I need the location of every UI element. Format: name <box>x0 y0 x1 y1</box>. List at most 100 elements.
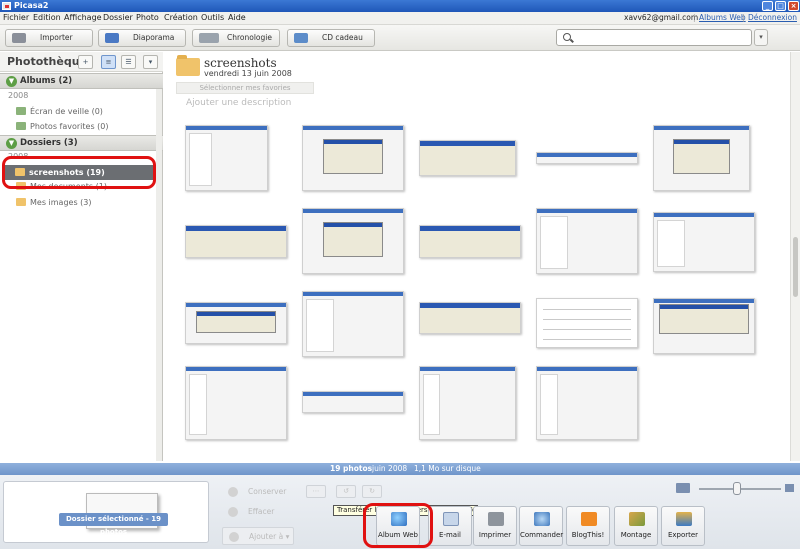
maximize-icon[interactable]: □ <box>775 1 786 11</box>
menu-outils[interactable]: Outils <box>201 13 224 22</box>
folder-icon <box>16 198 26 206</box>
photo-grid-area: screenshots vendredi 13 juin 2008 Sélect… <box>166 52 800 461</box>
photo-thumbnail[interactable] <box>653 298 755 354</box>
flat-view-icon[interactable]: ≡ <box>101 55 116 69</box>
album-item-favorites[interactable]: Photos favorites (0) <box>16 122 109 131</box>
zoom-slider-handle[interactable] <box>733 482 741 495</box>
albums-section-header[interactable]: ▼ Albums (2) <box>0 73 163 89</box>
clear-icon <box>228 507 238 517</box>
photo-thumbnail[interactable] <box>536 208 638 274</box>
view-menu-icon[interactable]: ▾ <box>143 55 158 69</box>
order-button[interactable]: Commander <box>519 506 563 546</box>
rotate-left-icon[interactable]: ↺ <box>336 485 356 498</box>
photo-thumbnail[interactable] <box>185 366 287 440</box>
slideshow-button[interactable]: Diaporama <box>98 29 186 47</box>
photo-thumbnail[interactable] <box>536 366 638 440</box>
library-scrollbar[interactable] <box>156 89 162 461</box>
collapse-albums-icon[interactable]: ▼ <box>6 76 17 87</box>
close-icon[interactable]: × <box>788 1 799 11</box>
collage-button[interactable]: Montage <box>614 506 658 546</box>
tray-selection-label: Dossier sélectionné - 19 photos <box>59 513 168 536</box>
add-to-button[interactable]: Ajouter à ▾ <box>222 527 294 545</box>
collage-icon <box>629 512 645 526</box>
camera-icon <box>12 33 26 43</box>
photo-thumbnail[interactable] <box>185 225 287 258</box>
menu-edition[interactable]: Edition <box>33 13 61 22</box>
import-label: Importer <box>40 33 73 42</box>
photo-thumbnail[interactable] <box>302 291 404 357</box>
menu-photo[interactable]: Photo <box>136 13 159 22</box>
pin-icon <box>228 487 238 497</box>
clear-label: Effacer <box>248 507 275 516</box>
print-button[interactable]: Imprimer <box>473 506 517 546</box>
status-date: juin 2008 <box>372 464 408 473</box>
photo-thumbnail[interactable] <box>302 391 404 413</box>
photo-thumbnail[interactable] <box>419 302 521 334</box>
title-bar: Picasa2 _ □ × <box>0 0 800 12</box>
cd-gift-button[interactable]: CD cadeau <box>287 29 375 47</box>
slideshow-icon <box>105 33 119 43</box>
logout-link[interactable]: Déconnexion <box>748 13 797 22</box>
menu-creation[interactable]: Création <box>164 13 198 22</box>
export-label: Exporter <box>667 531 699 539</box>
email-label: E-mail <box>439 531 461 539</box>
photo-thumbnail[interactable] <box>419 140 516 176</box>
collapse-folders-icon[interactable]: ▼ <box>6 138 17 149</box>
zoom-in-icon[interactable] <box>785 484 794 492</box>
print-label: Imprimer <box>478 531 512 539</box>
photo-thumbnail[interactable] <box>653 125 750 191</box>
library-header: Photothèque + ≡ ☰ ▾ <box>0 52 163 72</box>
import-button[interactable]: Importer <box>5 29 93 47</box>
photo-thumbnail[interactable] <box>536 298 638 348</box>
add-to-icon <box>229 532 239 542</box>
photo-thumbnail[interactable] <box>185 125 268 191</box>
photo-grid-scrollbar[interactable] <box>790 52 800 461</box>
photo-thumbnail[interactable] <box>653 212 755 272</box>
email-button[interactable]: E-mail <box>428 506 472 546</box>
folders-section-header[interactable]: ▼ Dossiers (3) <box>0 135 163 151</box>
search-input[interactable] <box>556 29 752 46</box>
minimize-icon[interactable]: _ <box>762 1 773 11</box>
picasa-window: Picasa2 _ □ × Fichier Edition Affichage … <box>0 0 800 549</box>
photo-thumbnail[interactable] <box>302 125 404 191</box>
photo-thumbnail[interactable] <box>185 302 287 344</box>
photo-thumbnail[interactable] <box>536 152 638 164</box>
clear-button[interactable]: Effacer <box>222 503 294 521</box>
menu-dossier[interactable]: Dossier <box>103 13 133 22</box>
menu-fichier[interactable]: Fichier <box>3 13 29 22</box>
timeline-icon <box>199 33 219 43</box>
collage-label: Montage <box>620 531 652 539</box>
photo-thumbnail[interactable] <box>419 225 521 258</box>
add-album-icon[interactable]: + <box>78 55 93 69</box>
picasa-logo-icon <box>2 2 11 10</box>
tray-panel: Dossier sélectionné - 19 photos <box>3 481 209 543</box>
account-separator-2: | <box>742 13 745 22</box>
order-globe-icon <box>534 512 550 526</box>
timeline-button[interactable]: Chronologie <box>192 29 280 47</box>
album-item-screensaver[interactable]: Écran de veille (0) <box>16 107 103 116</box>
rotate-right-icon[interactable]: ↻ <box>362 485 382 498</box>
printer-icon <box>488 512 504 526</box>
tray-options-icon[interactable]: ⋯ <box>306 485 326 498</box>
library-title: Photothèque <box>7 55 87 68</box>
timeline-label: Chronologie <box>227 33 272 42</box>
cd-icon <box>294 33 308 43</box>
status-bar: 19 photos juin 2008 1,1 Mo sur disque <box>0 463 800 475</box>
menu-aide[interactable]: Aide <box>228 13 246 22</box>
zoom-out-icon[interactable] <box>676 483 690 493</box>
photo-thumbnail[interactable] <box>419 366 516 440</box>
tree-view-icon[interactable]: ☰ <box>121 55 136 69</box>
menu-affichage[interactable]: Affichage <box>64 13 102 22</box>
folder-item-mes-images[interactable]: Mes images (3) <box>16 198 92 207</box>
order-label: Commander <box>520 531 564 539</box>
album-description-input[interactable]: Ajouter une description <box>186 98 291 108</box>
select-favorites-button[interactable]: Sélectionner mes favories <box>176 82 314 94</box>
highlight-annotation-folder <box>2 156 156 189</box>
search-options-button[interactable]: ▾ <box>754 29 768 46</box>
web-albums-link[interactable]: Albums Web <box>699 13 746 22</box>
toolbar: Importer Diaporama Chronologie CD cadeau… <box>0 25 800 51</box>
export-button[interactable]: Exporter <box>661 506 705 546</box>
photo-thumbnail[interactable] <box>302 208 404 274</box>
keep-button[interactable]: Conserver <box>222 483 294 501</box>
blogthis-button[interactable]: BlogThis! <box>566 506 610 546</box>
